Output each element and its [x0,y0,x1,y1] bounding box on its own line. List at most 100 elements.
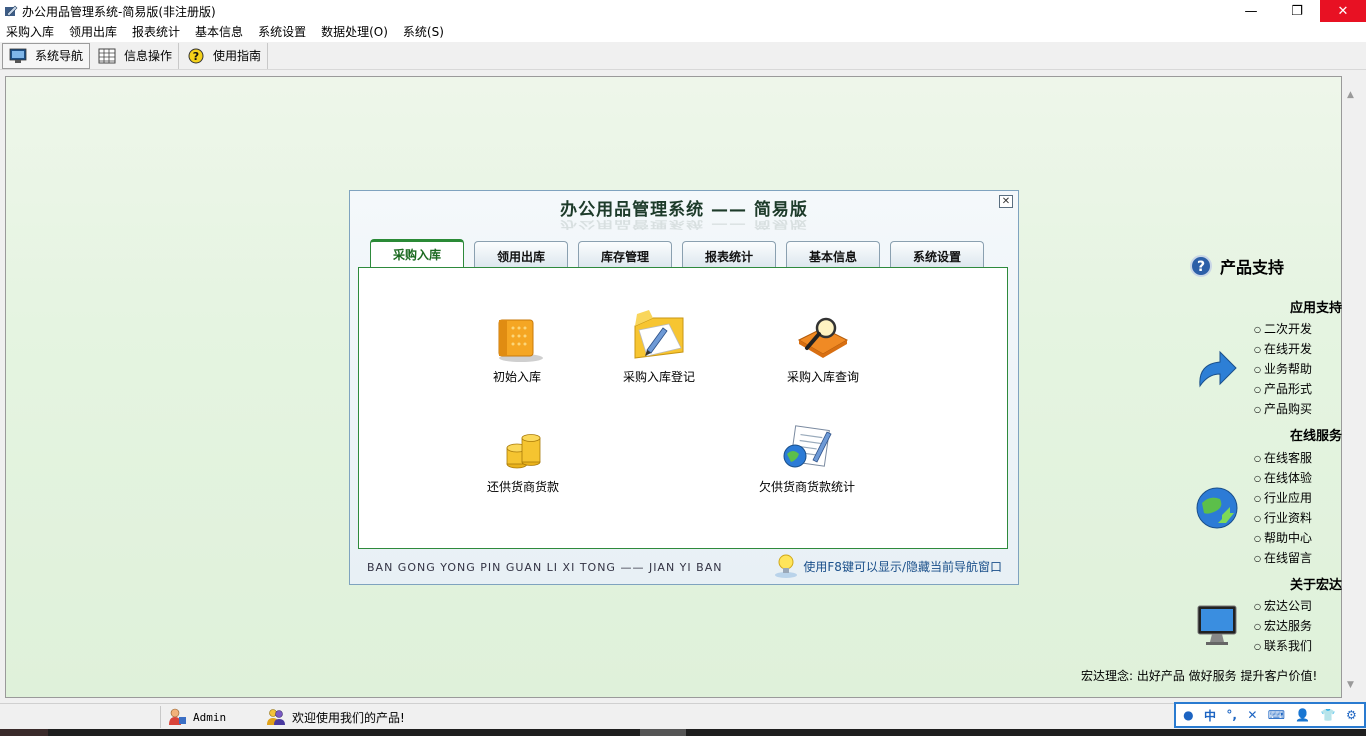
taskbar-start-area[interactable] [0,729,48,736]
ime-tools-icon[interactable]: ✕ [1247,708,1257,722]
title-bar: 办公用品管理系统-简易版(非注册版) — ❐ ✕ [0,0,1366,22]
globe-icon [1196,487,1238,529]
link-online-dev[interactable]: 在线开发 [1254,340,1312,360]
users-icon [267,709,285,725]
function-label: 采购入库登记 [623,370,696,384]
tab-issue-out[interactable]: 领用出库 [474,241,568,267]
folder-pen-icon [634,310,684,359]
link-business-help[interactable]: 业务帮助 [1254,360,1312,380]
dialog-footer-pinyin: BAN GONG YONG PIN GUAN LI XI TONG —— JIA… [367,561,723,574]
ime-punctuation-icon[interactable]: °, [1226,708,1237,722]
toolbar-user-guide-button[interactable]: ? 使用指南 [181,42,269,69]
toolbar-label: 系统导航 [35,49,84,63]
function-label: 还供货商货款 [487,480,560,494]
link-online-support[interactable]: 在线客服 [1254,449,1312,469]
dialog-footer-hint: 使用F8键可以显示/隐藏当前导航窗口 [773,553,1002,579]
magnifier-book-icon [797,317,849,358]
link-contact-us[interactable]: 联系我们 [1254,637,1312,657]
taskbar-app-slot[interactable] [640,729,686,736]
os-taskbar [0,729,1366,736]
function-repay-supplier[interactable]: 还供货商货款 [487,424,559,495]
menu-reports[interactable]: 报表统计 [126,22,189,42]
vertical-scrollbar[interactable]: ▲ ▼ [1342,76,1361,698]
link-online-message[interactable]: 在线留言 [1254,549,1312,569]
ime-user-icon[interactable]: ● [1183,708,1193,722]
link-help-center[interactable]: 帮助中心 [1254,529,1312,549]
maximize-button[interactable]: ❐ [1274,0,1320,22]
tab-settings[interactable]: 系统设置 [890,241,984,267]
link-product-form[interactable]: 产品形式 [1254,380,1312,400]
lightbulb-icon [775,554,798,578]
navigation-dialog: 办公用品管理系统 —— 简易版 办公用品管理系统 —— 简易版 ✕ 采购入库 领… [349,190,1019,585]
ime-toolbar: ● 中 °, ✕ ⌨ 👤 👕 ⚙ [1174,702,1366,728]
minimize-button[interactable]: — [1228,0,1274,22]
tab-basic-info[interactable]: 基本信息 [786,241,880,267]
ime-settings-icon[interactable]: ⚙ [1346,708,1357,722]
dialog-close-button[interactable]: ✕ [999,195,1013,208]
function-purchase-query[interactable]: 采购入库查询 [787,314,859,385]
toolbar-label: 使用指南 [213,49,262,63]
menu-system[interactable]: 系统(S) [397,22,453,42]
menu-purchase-in[interactable]: 采购入库 [0,22,63,42]
product-support-panel: ? 产品支持 应用支持 二次开发 在线开发 业务帮助 产品形式 产品购买 在线服… [1170,250,1342,690]
function-initial-stock-in[interactable]: 初始入库 [487,314,547,385]
function-supplier-debt-stats[interactable]: 欠供货商货款统计 [759,424,855,495]
book-stack-icon [498,319,543,362]
status-user-name: Admin [193,710,227,724]
toolbar-system-nav-button[interactable]: 系统导航 [2,42,91,69]
function-label: 欠供货商货款统计 [759,480,856,494]
menu-data-processing[interactable]: 数据处理(O) [315,22,397,42]
menu-basic-info[interactable]: 基本信息 [189,22,252,42]
toolbar-label: 信息操作 [124,49,173,63]
window-title: 办公用品管理系统-简易版(非注册版) [22,4,216,19]
tab-reports[interactable]: 报表统计 [682,241,776,267]
link-product-purchase[interactable]: 产品购买 [1254,400,1312,420]
function-label: 初始入库 [492,370,541,384]
product-support-header: ? 产品支持 [1190,254,1284,278]
section-title-about: 关于宏达 [1289,578,1342,593]
function-purchase-register[interactable]: 采购入库登记 [623,308,695,385]
svg-text:?: ? [1197,259,1205,275]
link-online-trial[interactable]: 在线体验 [1254,469,1312,489]
status-bar: Admin 欢迎使用我们的产品! [0,703,1366,729]
link-industry-docs[interactable]: 行业资料 [1254,509,1312,529]
link-services[interactable]: 宏达服务 [1254,617,1312,637]
ime-language-toggle[interactable]: 中 [1204,707,1216,724]
help-icon: ? [188,48,204,63]
link-industry-apps[interactable]: 行业应用 [1254,489,1312,509]
question-icon: ? [1190,255,1212,277]
close-button[interactable]: ✕ [1320,0,1366,22]
user-icon [169,708,186,725]
dialog-title-reflection: 办公用品管理系统 —— 简易版 [560,218,808,230]
monitor-icon [9,48,27,63]
svg-text:?: ? [193,50,199,63]
ime-keyboard-icon[interactable]: ⌨ [1268,708,1285,722]
tab-inventory[interactable]: 库存管理 [578,241,672,267]
status-user: Admin [160,706,232,728]
link-secondary-dev[interactable]: 二次开发 [1254,320,1312,340]
link-company[interactable]: 宏达公司 [1254,597,1312,617]
app-icon [5,5,18,17]
function-label: 采购入库查询 [787,370,860,384]
company-motto: 宏达理念: 出好产品 做好服务 提升客户价值! [1081,669,1318,683]
section-title-online-service: 在线服务 [1289,429,1342,444]
about-list: 宏达公司 宏达服务 联系我们 [1254,597,1312,657]
menu-settings[interactable]: 系统设置 [252,22,315,42]
tab-purchase-in[interactable]: 采购入库 [370,239,464,267]
status-welcome: 欢迎使用我们的产品! [260,706,411,728]
tab-panel: 初始入库 采购入库登记 采购入库查询 还供货商货款 欠供货商货款统计 [358,267,1008,549]
arrow-icon [1199,350,1237,388]
ime-skin-icon[interactable]: 👕 [1321,708,1336,722]
report-globe-icon [783,425,832,468]
scroll-up-icon[interactable]: ▲ [1347,90,1354,100]
f8-hint-text: 使用F8键可以显示/隐藏当前导航窗口 [803,559,1002,574]
dialog-tabs: 采购入库 领用出库 库存管理 报表统计 基本信息 系统设置 [370,239,994,267]
grid-icon [98,48,116,63]
section-title-app-support: 应用支持 [1289,301,1342,316]
scroll-down-icon[interactable]: ▼ [1347,680,1354,690]
menu-bar: 采购入库 领用出库 报表统计 基本信息 系统设置 数据处理(O) 系统(S) [0,22,1366,42]
ime-account-icon[interactable]: 👤 [1295,708,1310,722]
monitor-screen-icon [1197,605,1237,645]
toolbar-info-ops-button[interactable]: 信息操作 [92,42,180,69]
menu-issue-out[interactable]: 领用出库 [63,22,126,42]
